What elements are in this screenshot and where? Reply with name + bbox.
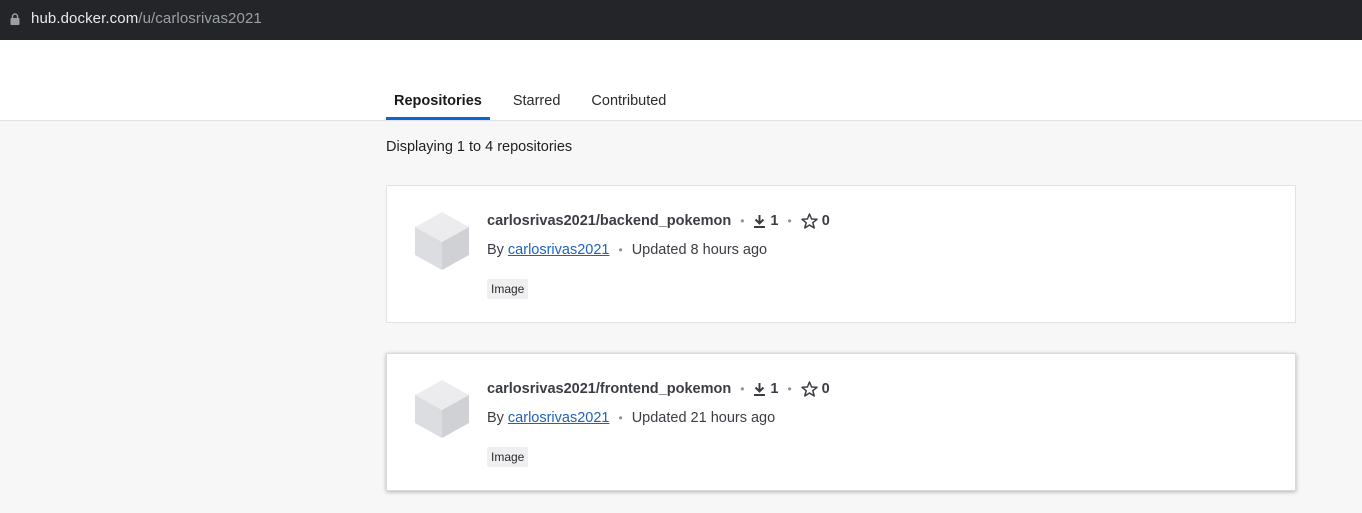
cube-icon <box>415 380 469 438</box>
download-icon <box>754 382 766 396</box>
repo-title-line: carlosrivas2021/backend_pokemon • 1 • 0 <box>487 213 830 229</box>
star-count: 0 <box>800 213 830 229</box>
owner-link[interactable]: carlosrivas2021 <box>508 242 610 258</box>
url-text[interactable]: hub.docker.com/u/carlosrivas2021 <box>31 10 262 27</box>
separator-dot: • <box>740 214 745 228</box>
download-count: 1 <box>753 213 779 229</box>
star-icon <box>800 381 818 397</box>
download-icon <box>754 214 766 228</box>
repo-meta-line: By carlosrivas2021 • Updated 21 hours ag… <box>487 410 775 426</box>
repo-name[interactable]: carlosrivas2021/backend_pokemon <box>487 213 731 229</box>
repository-card[interactable]: carlosrivas2021/backend_pokemon • 1 • 0 … <box>386 185 1296 323</box>
download-count-value: 1 <box>770 381 779 397</box>
separator-dot: • <box>787 214 792 228</box>
repository-card[interactable]: carlosrivas2021/frontend_pokemon • 1 • 0… <box>386 353 1296 491</box>
star-count-value: 0 <box>821 213 830 229</box>
updated-time: Updated 21 hours ago <box>631 410 776 426</box>
type-badge: Image <box>487 279 529 299</box>
separator-dot: • <box>740 382 745 396</box>
profile-tabs: Repositories Starred Contributed <box>386 80 689 120</box>
star-icon <box>800 213 818 229</box>
url-path: /u/carlosrivas2021 <box>138 10 262 27</box>
lock-icon <box>10 13 20 25</box>
tab-repositories[interactable]: Repositories <box>386 80 490 120</box>
repo-meta-line: By carlosrivas2021 • Updated 8 hours ago <box>487 242 767 258</box>
separator-dot: • <box>787 382 792 396</box>
separator-dot: • <box>618 411 623 425</box>
repo-name[interactable]: carlosrivas2021/frontend_pokemon <box>487 381 731 397</box>
star-count-value: 0 <box>821 381 830 397</box>
download-count-value: 1 <box>770 213 779 229</box>
repo-title-line: carlosrivas2021/frontend_pokemon • 1 • 0 <box>487 381 830 397</box>
updated-time: Updated 8 hours ago <box>631 242 768 258</box>
separator-dot: • <box>618 243 623 257</box>
url-host: hub.docker.com <box>31 10 139 27</box>
tab-contributed[interactable]: Contributed <box>583 80 674 120</box>
results-summary: Displaying 1 to 4 repositories <box>386 139 573 155</box>
by-label: By <box>487 410 504 426</box>
type-badge: Image <box>487 447 529 467</box>
browser-url-bar[interactable]: hub.docker.com/u/carlosrivas2021 <box>0 0 1362 40</box>
star-count: 0 <box>800 381 830 397</box>
owner-link[interactable]: carlosrivas2021 <box>508 410 610 426</box>
by-label: By <box>487 242 504 258</box>
cube-icon <box>415 212 469 270</box>
tab-starred[interactable]: Starred <box>505 80 569 120</box>
download-count: 1 <box>753 381 778 397</box>
